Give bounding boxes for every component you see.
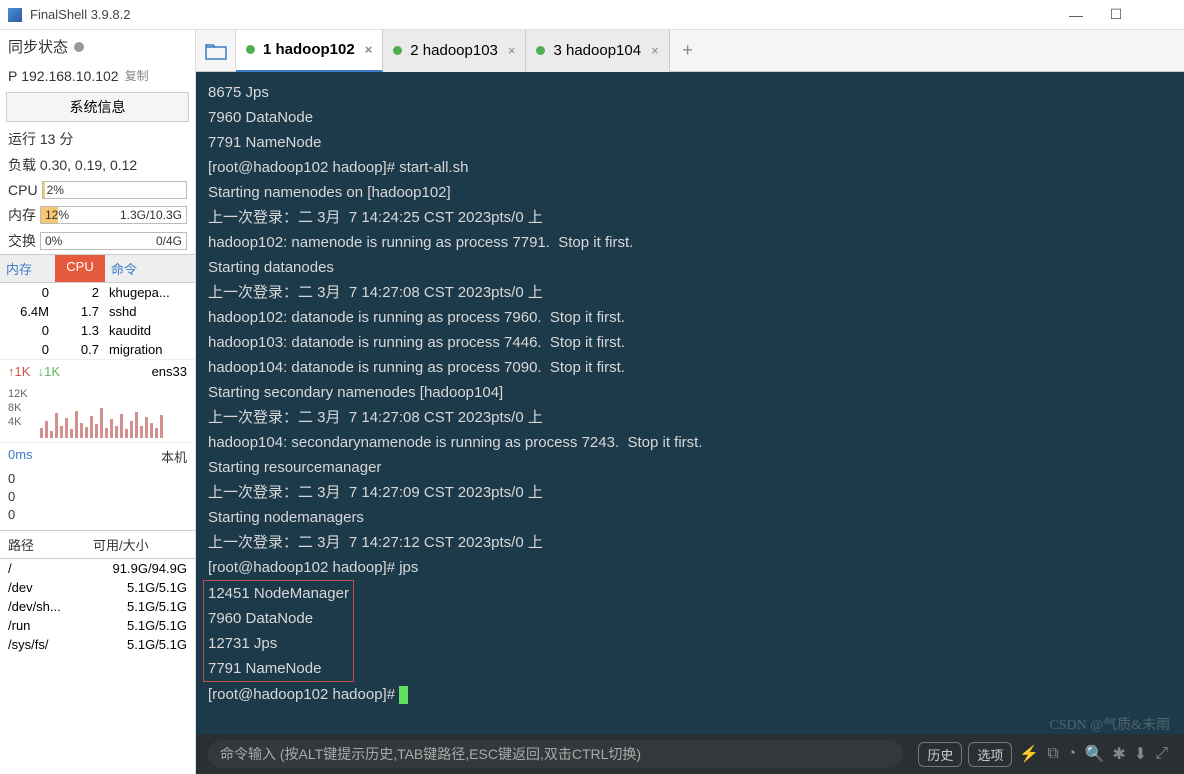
proc-head-cpu[interactable]: CPU [55,255,105,282]
fs-row[interactable]: /dev5.1G/5.1G [0,578,195,597]
sync-dot-icon [74,42,84,52]
uptime-value: 13 分 [40,129,73,149]
proc-head-mem[interactable]: 内存 [0,255,55,282]
prompt: [root@hadoop102 hadoop]# [208,686,399,703]
system-info-button[interactable]: 系统信息 [6,92,189,122]
close-tab-icon[interactable]: × [651,43,659,58]
tab[interactable]: 1 hadoop102 × [236,30,383,72]
status-dot-icon [246,45,255,54]
net-up: ↑1K [8,364,30,379]
fs-list: /91.9G/94.9G/dev5.1G/5.1G/dev/sh...5.1G/… [0,559,195,654]
titlebar: FinalShell 3.9.8.2 — ☐ [0,0,1184,30]
window-title: FinalShell 3.9.8.2 [30,7,1056,22]
ip-prefix: P [8,68,17,84]
cursor-icon [399,686,408,704]
fs-row[interactable]: /run5.1G/5.1G [0,616,195,635]
net-bars [40,388,187,438]
process-header: 内存 CPU 命令 [0,254,195,283]
ping-host: 本机 [161,447,187,466]
tab[interactable]: 2 hadoop103 × [383,30,526,72]
copy-button[interactable]: 复制 [125,67,149,84]
tab-label: 3 hadoop104 [553,42,641,59]
search-icon[interactable]: 🔍 [1084,744,1104,764]
ping-values: 0 0 0 [0,470,195,530]
options-button[interactable]: 选项 [968,742,1012,767]
load-label: 负载 [8,155,36,175]
command-input[interactable]: 命令输入 (按ALT键提示历史,TAB键路径,ESC键返回,双击CTRL切换) [208,740,903,768]
expand-icon[interactable]: ⤢ [1155,745,1168,763]
process-list: 02khugepa...6.4M1.7sshd01.3kauditd00.7mi… [0,283,195,359]
fs-header: 路径 可用/大小 [0,530,195,559]
add-tab-button[interactable]: + [670,40,706,61]
cpu-label: CPU [8,182,38,198]
tab[interactable]: 3 hadoop104 × [526,30,669,72]
maximize-button[interactable]: ☐ [1096,0,1136,30]
proc-head-cmd[interactable]: 命令 [105,255,195,282]
net-down: ↓1K [38,364,60,379]
sync-status: 同步状态 [0,30,195,63]
download-icon[interactable]: ⬇ [1134,744,1147,764]
minimize-button[interactable]: — [1056,0,1096,30]
process-row[interactable]: 00.7migration [0,340,195,359]
mem-row: 内存 12% 1.3G/10.3G [0,202,195,228]
process-row[interactable]: 02khugepa... [0,283,195,302]
close-tab-icon[interactable]: × [365,42,373,57]
gear-icon[interactable]: ✱ [1112,744,1125,764]
status-dot-icon [393,46,402,55]
load-row: 负载 0.30, 0.19, 0.12 [0,152,195,178]
swap-row: 交换 0% 0/4G [0,228,195,254]
eye-icon[interactable]: ◔ [1067,745,1077,763]
sync-label: 同步状态 [8,36,68,57]
mem-value: 1.3G/10.3G [120,208,182,222]
bottombar: 命令输入 (按ALT键提示历史,TAB键路径,ESC键返回,双击CTRL切换) … [196,734,1184,774]
process-row[interactable]: 6.4M1.7sshd [0,302,195,321]
folder-icon[interactable] [196,30,236,72]
net-graph: 12K 8K 4K [0,383,195,443]
cpu-pct: 2% [43,183,64,197]
fs-head-size[interactable]: 可用/大小 [93,535,187,554]
ping-row: 0ms 本机 [0,443,195,470]
net-row: ↑1K ↓1K ens33 [0,359,195,383]
terminal[interactable]: 8675 Jps 7960 DataNode 7791 NameNode [ro… [196,72,1184,734]
fs-row[interactable]: /91.9G/94.9G [0,559,195,578]
load-value: 0.30, 0.19, 0.12 [40,157,137,173]
uptime-row: 运行 13 分 [0,126,195,152]
fs-row[interactable]: /sys/fs/5.1G/5.1G [0,635,195,654]
ip-value: 192.168.10.102 [21,68,118,84]
copy-icon[interactable]: ⧉ [1047,745,1058,763]
net-iface: ens33 [152,364,187,379]
fs-row[interactable]: /dev/sh...5.1G/5.1G [0,597,195,616]
fs-head-path[interactable]: 路径 [8,535,93,554]
close-tab-icon[interactable]: × [508,43,516,58]
highlighted-output: 12451 NodeManager 7960 DataNode 12731 Jp… [203,580,354,682]
tab-label: 1 hadoop102 [263,41,355,58]
swap-label: 交换 [8,231,36,251]
history-button[interactable]: 历史 [918,742,962,767]
cpu-row: CPU 2% [0,178,195,202]
command-hint: 命令输入 (按ALT键提示历史,TAB键路径,ESC键返回,双击CTRL切换) [220,744,641,764]
close-button[interactable] [1136,0,1176,30]
tab-label: 2 hadoop103 [410,42,498,59]
swap-pct: 0% [41,234,62,248]
sidebar: 同步状态 P 192.168.10.102 复制 系统信息 运行 13 分 负载… [0,30,196,774]
ping-ms: 0ms [8,447,33,466]
mem-pct: 12% [41,208,69,222]
content: 1 hadoop102 × 2 hadoop103 × 3 hadoop104 × + 8… [196,30,1184,774]
app-logo-icon [8,8,22,22]
tabbar: 1 hadoop102 × 2 hadoop103 × 3 hadoop104 × + [196,30,1184,72]
status-dot-icon [536,46,545,55]
process-row[interactable]: 01.3kauditd [0,321,195,340]
swap-value: 0/4G [156,234,182,248]
uptime-label: 运行 [8,129,36,149]
mem-label: 内存 [8,205,36,225]
ip-row: P 192.168.10.102 复制 [0,63,195,88]
bolt-icon[interactable]: ⚡ [1019,744,1039,764]
